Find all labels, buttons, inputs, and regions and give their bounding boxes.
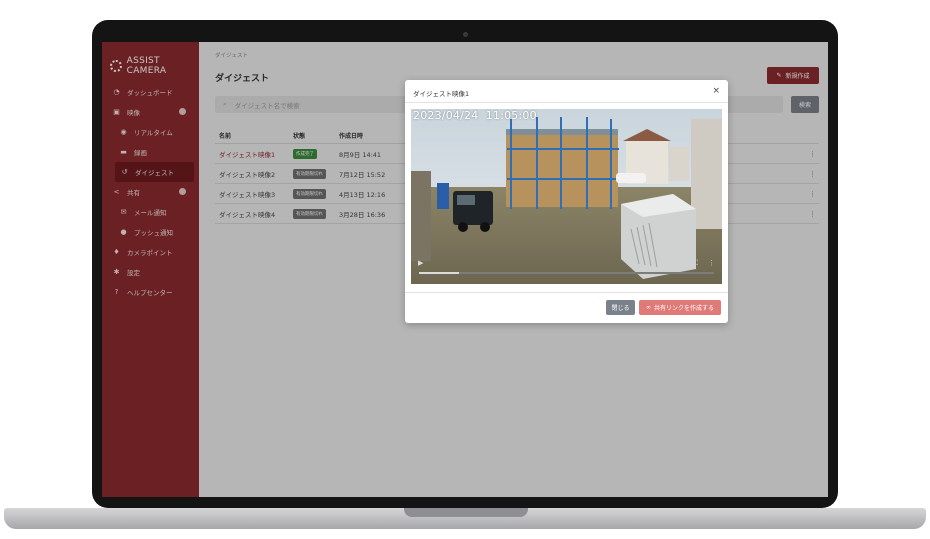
modal-header-divider	[405, 102, 728, 103]
close-icon[interactable]: ×	[712, 86, 720, 96]
webcam-icon	[463, 32, 468, 37]
construction-site-frame	[411, 109, 722, 284]
share-button-label: 共有リンクを作成する	[653, 305, 714, 312]
close-button[interactable]: 閉じる	[606, 300, 635, 315]
video-timestamp: 2023/04/24 11:05:00	[413, 109, 537, 122]
link-icon: ∞	[645, 304, 651, 311]
modal-footer-divider	[405, 292, 728, 293]
laptop-base-notch	[404, 508, 528, 517]
play-icon[interactable]: ▶	[418, 259, 423, 267]
app-screen: ASSIST CAMERA ◔ ダッシュボード ▣ 映像 ◉ リアルタイム ▬ …	[102, 42, 828, 497]
create-share-link-button[interactable]: ∞ 共有リンクを作成する	[639, 300, 721, 315]
more-vert-icon[interactable]: ⋮	[708, 259, 715, 267]
video-player[interactable]: 2023/04/24 11:05:00 ▶ ⛶ ⋮	[411, 109, 722, 284]
digest-video-modal: ダイジェスト映像1 × 2023/04/24 11:05:00 ▶ ⛶ ⋮ 閉じ…	[405, 80, 728, 323]
modal-title: ダイジェスト映像1	[413, 90, 470, 98]
fullscreen-icon[interactable]: ⛶	[693, 259, 698, 268]
